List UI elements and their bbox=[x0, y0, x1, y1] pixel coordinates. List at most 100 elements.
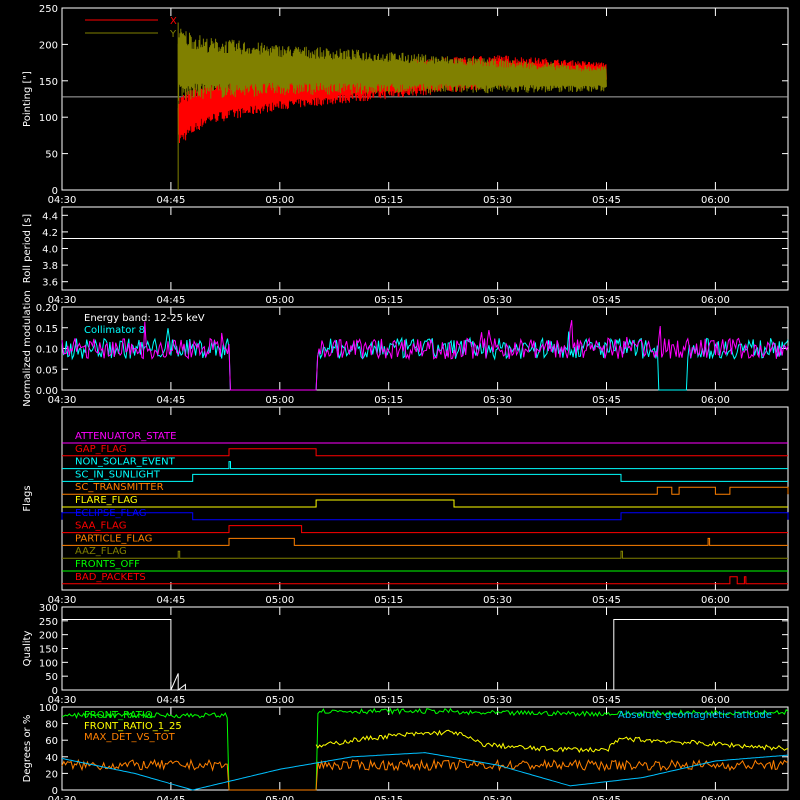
modulation-xtick-label: 05:30 bbox=[483, 395, 512, 406]
roll-ytick-label: 4.4 bbox=[42, 211, 58, 222]
pointing-xtick-label: 05:45 bbox=[592, 195, 621, 206]
flags-xtick-label: 05:15 bbox=[374, 595, 403, 606]
panel-modulation: 04:30 04:45 05:00 05:15 05:30 05:45 06:00Norma… bbox=[22, 290, 789, 407]
roll-ylabel: Roll period [s] bbox=[22, 214, 33, 283]
modulation-xtick-label: 06:00 bbox=[701, 395, 730, 406]
ratios-xtick-label: 05:45 bbox=[592, 795, 621, 800]
roll-xtick-label: 06:00 bbox=[701, 295, 730, 306]
roll-ytick-label: 3.8 bbox=[42, 261, 58, 272]
quality-xtick-label: 06:00 bbox=[701, 695, 730, 706]
pointing-ytick-label: 0 bbox=[52, 186, 58, 197]
flag-label: SAA_FLAG bbox=[75, 521, 126, 532]
flag-label: NON_SOLAR_EVENT bbox=[75, 457, 176, 468]
roll-xtick-label: 04:45 bbox=[156, 295, 185, 306]
quality-ytick-label: 0 bbox=[52, 686, 58, 697]
chart-canvas: 04:30 04:45 05:00 05:15 05:30 05:45 06:00Point… bbox=[22, 4, 789, 800]
flag-line-eclipse-flag bbox=[61, 512, 789, 521]
flag-line-sc-transmitter bbox=[62, 486, 789, 495]
ratios-series-front-ratio-1-25 bbox=[315, 729, 789, 754]
flag-line-particle-flag bbox=[62, 537, 788, 546]
flag-label: FLARE_FLAG bbox=[75, 495, 138, 506]
quality-line bbox=[62, 619, 788, 692]
quality-ytick-label: 200 bbox=[39, 631, 58, 642]
pointing-xtick-label: 04:45 bbox=[156, 195, 185, 206]
flags-xtick-label: 06:00 bbox=[701, 595, 730, 606]
ratios-xtick-label: 05:30 bbox=[483, 795, 512, 800]
flag-label: PARTICLE_FLAG bbox=[75, 533, 152, 544]
flag-line-gap-flag bbox=[62, 448, 788, 457]
ratios-ylabel: Degrees or % bbox=[22, 715, 33, 783]
flag-line-flare-flag bbox=[62, 499, 788, 508]
modulation-ylabel: Normalized modulation bbox=[22, 290, 33, 407]
flag-line-sc-in-sunlight bbox=[62, 473, 788, 482]
roll-ytick-label: 3.6 bbox=[42, 278, 58, 289]
pointing-ytick-label: 100 bbox=[39, 113, 58, 124]
ratios-ytick-label: 20 bbox=[45, 769, 58, 780]
modulation-xtick-label: 05:45 bbox=[592, 395, 621, 406]
ratios-xtick-label: 04:45 bbox=[156, 795, 185, 800]
flags-xtick-label: 05:30 bbox=[483, 595, 512, 606]
flag-label: SC_IN_SUNLIGHT bbox=[75, 469, 161, 480]
flag-line-aaz-flag bbox=[62, 550, 788, 559]
modulation-annotation: Collimator 8 bbox=[84, 325, 145, 336]
modulation-series-collimator-8 bbox=[61, 328, 789, 391]
panel-ratios: 04:3004:4505:0005:1505:3005:4506:00Degre… bbox=[22, 703, 789, 800]
ratios-legend-label: Absolute geomagnetic latitude bbox=[618, 710, 772, 721]
flags-xtick-label: 04:45 bbox=[156, 595, 185, 606]
quality-ylabel: Quality bbox=[22, 631, 33, 667]
ratios-xtick-label: 05:00 bbox=[265, 795, 294, 800]
modulation-ytick-label: 0.15 bbox=[36, 324, 58, 335]
pointing-ytick-label: 250 bbox=[39, 4, 58, 15]
roll-xtick-label: 05:00 bbox=[265, 295, 294, 306]
modulation-ytick-label: 0.05 bbox=[36, 365, 58, 376]
roll-xtick-label: 05:30 bbox=[483, 295, 512, 306]
quality-ytick-label: 300 bbox=[39, 603, 58, 614]
roll-ytick-label: 4.2 bbox=[42, 228, 58, 239]
panel-quality: 04:30 04:45 05:00 05:15 05:30 05:45 06:00Quali… bbox=[22, 603, 789, 706]
modulation-xtick-label: 05:15 bbox=[374, 395, 403, 406]
ratios-legend-label: FRONT_RATIO_1_25 bbox=[84, 721, 182, 732]
pointing-xtick-label: 05:15 bbox=[374, 195, 403, 206]
flag-label: BAD_PACKETS bbox=[75, 572, 146, 583]
ratios-xtick-label: 06:00 bbox=[701, 795, 730, 800]
roll-ytick-label: 4.0 bbox=[42, 245, 58, 256]
modulation-ytick-label: 0.10 bbox=[36, 345, 58, 356]
quality-xtick-label: 05:30 bbox=[483, 695, 512, 706]
panel-roll: 04:30 04:45 05:00 05:15 05:30 05:45 06:00Roll … bbox=[22, 206, 789, 306]
flag-label: FRONTS_OFF bbox=[75, 559, 140, 570]
pointing-ytick-label: 50 bbox=[45, 150, 58, 161]
pointing-xtick-label: 06:00 bbox=[701, 195, 730, 206]
flag-label: GAP_FLAG bbox=[75, 444, 127, 455]
modulation-ytick-label: 0.20 bbox=[36, 303, 58, 314]
ratios-ytick-label: 40 bbox=[45, 753, 58, 764]
flag-line-saa-flag bbox=[62, 525, 788, 534]
pointing-xtick-label: 05:00 bbox=[265, 195, 294, 206]
roll-xtick-label: 05:45 bbox=[592, 295, 621, 306]
flag-label: ATTENUATOR_STATE bbox=[75, 431, 176, 442]
panel-pointing: 04:30 04:45 05:00 05:15 05:30 05:45 06:00Point… bbox=[22, 4, 789, 206]
ratios-ytick-label: 60 bbox=[45, 736, 58, 747]
quality-ytick-label: 250 bbox=[39, 617, 58, 628]
legend-label-X: X bbox=[170, 16, 177, 27]
flags-ylabel: Flags bbox=[22, 485, 33, 511]
modulation-xtick-label: 05:00 bbox=[265, 395, 294, 406]
pointing-xtick-label: 05:30 bbox=[483, 195, 512, 206]
ratios-legend-label: FRONT_RATIO bbox=[84, 710, 153, 721]
legend-label-Y: Y bbox=[169, 29, 177, 40]
pointing-ytick-label: 150 bbox=[39, 77, 58, 88]
pointing-ylabel: Pointing ["] bbox=[22, 71, 33, 127]
quality-ytick-label: 150 bbox=[39, 645, 58, 656]
modulation-xtick-label: 04:45 bbox=[156, 395, 185, 406]
ratios-ytick-label: 80 bbox=[45, 720, 58, 731]
roll-frame bbox=[61, 206, 789, 291]
quality-xtick-label: 05:15 bbox=[374, 695, 403, 706]
quality-ytick-label: 50 bbox=[45, 672, 58, 683]
panel-flags: 04:30 04:45 05:00 05:15 05:30 05:45 06:00Flags… bbox=[22, 406, 789, 606]
roll-xtick-label: 05:15 bbox=[374, 295, 403, 306]
quality-xtick-label: 04:45 bbox=[156, 695, 185, 706]
ratios-ytick-label: 100 bbox=[39, 703, 58, 714]
flags-xtick-label: 05:00 bbox=[265, 595, 294, 606]
pointing-ytick-label: 200 bbox=[39, 40, 58, 51]
flag-label: SC_TRANSMITTER bbox=[75, 482, 164, 493]
flag-label: AAZ_FLAG bbox=[75, 546, 127, 557]
